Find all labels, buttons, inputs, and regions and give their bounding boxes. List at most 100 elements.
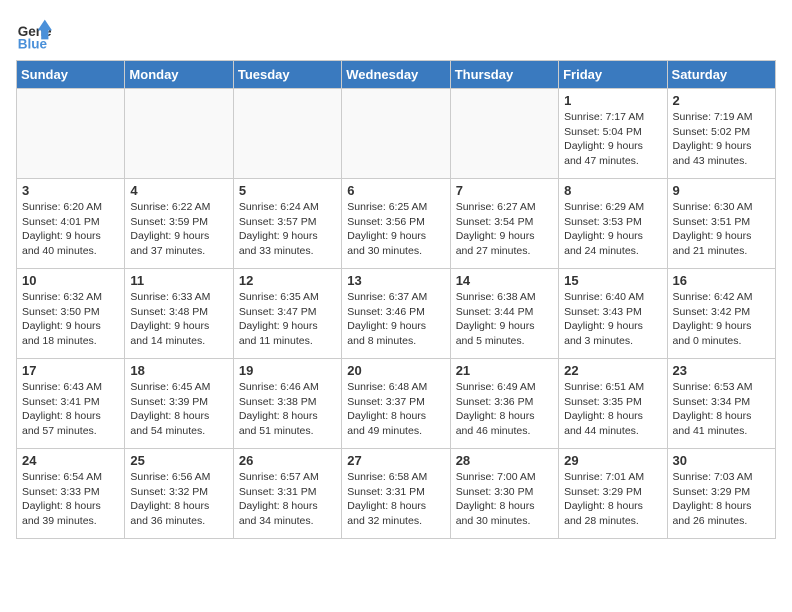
day-number: 18 xyxy=(130,363,227,378)
calendar-cell: 16Sunrise: 6:42 AMSunset: 3:42 PMDayligh… xyxy=(667,269,775,359)
calendar-header-row: SundayMondayTuesdayWednesdayThursdayFrid… xyxy=(17,61,776,89)
calendar-cell: 5 Sunrise: 6:24 AMSunset: 3:57 PMDaylight… xyxy=(233,179,341,269)
day-number: 10 xyxy=(22,273,119,288)
day-info: Sunrise: 7:01 AMSunset: 3:29 PMDaylight:… xyxy=(564,470,661,529)
calendar-cell: 20 Sunrise: 6:48 AMSunset: 3:37 PMDayligh… xyxy=(342,359,450,449)
day-info: Sunrise: 6:49 AMSunset: 3:36 PMDaylight:… xyxy=(456,380,553,439)
calendar-cell: 8Sunrise: 6:29 AMSunset: 3:53 PMDaylight… xyxy=(559,179,667,269)
day-number: 19 xyxy=(239,363,336,378)
calendar-cell: 9 Sunrise: 6:30 AMSunset: 3:51 PMDaylight… xyxy=(667,179,775,269)
calendar-cell: 27 Sunrise: 6:58 AMSunset: 3:31 PMDayligh… xyxy=(342,449,450,539)
calendar-cell xyxy=(450,89,558,179)
day-info: Sunrise: 6:27 AMSunset: 3:54 PMDaylight:… xyxy=(456,200,553,259)
calendar-cell: 26 Sunrise: 6:57 AMSunset: 3:31 PMDayligh… xyxy=(233,449,341,539)
day-number: 9 xyxy=(673,183,770,198)
day-info: Sunrise: 6:35 AMSunset: 3:47 PMDaylight:… xyxy=(239,290,336,349)
calendar-cell: 19 Sunrise: 6:46 AMSunset: 3:38 PMDayligh… xyxy=(233,359,341,449)
day-info: Sunrise: 6:40 AMSunset: 3:43 PMDaylight:… xyxy=(564,290,661,349)
calendar-cell xyxy=(17,89,125,179)
day-info: Sunrise: 6:30 AMSunset: 3:51 PMDaylight:… xyxy=(673,200,770,259)
day-info: Sunrise: 6:45 AMSunset: 3:39 PMDaylight:… xyxy=(130,380,227,439)
page-header: General Blue xyxy=(16,16,776,52)
day-info: Sunrise: 6:58 AMSunset: 3:31 PMDaylight:… xyxy=(347,470,444,529)
day-number: 26 xyxy=(239,453,336,468)
day-info: Sunrise: 6:20 AMSunset: 4:01 PMDaylight:… xyxy=(22,200,119,259)
calendar-cell: 30 Sunrise: 7:03 AMSunset: 3:29 PMDayligh… xyxy=(667,449,775,539)
day-number: 23 xyxy=(673,363,770,378)
day-number: 7 xyxy=(456,183,553,198)
day-info: Sunrise: 6:46 AMSunset: 3:38 PMDaylight:… xyxy=(239,380,336,439)
day-header-sunday: Sunday xyxy=(17,61,125,89)
calendar-cell xyxy=(233,89,341,179)
calendar-cell xyxy=(125,89,233,179)
day-number: 30 xyxy=(673,453,770,468)
calendar-cell: 7 Sunrise: 6:27 AMSunset: 3:54 PMDaylight… xyxy=(450,179,558,269)
calendar-cell: 11 Sunrise: 6:33 AMSunset: 3:48 PMDayligh… xyxy=(125,269,233,359)
day-number: 27 xyxy=(347,453,444,468)
day-number: 21 xyxy=(456,363,553,378)
calendar-cell: 29 Sunrise: 7:01 AMSunset: 3:29 PMDayligh… xyxy=(559,449,667,539)
day-number: 24 xyxy=(22,453,119,468)
day-number: 17 xyxy=(22,363,119,378)
day-number: 28 xyxy=(456,453,553,468)
calendar-cell: 21 Sunrise: 6:49 AMSunset: 3:36 PMDayligh… xyxy=(450,359,558,449)
day-info: Sunrise: 6:43 AMSunset: 3:41 PMDaylight:… xyxy=(22,380,119,439)
day-info: Sunrise: 6:24 AMSunset: 3:57 PMDaylight:… xyxy=(239,200,336,259)
day-info: Sunrise: 6:25 AMSunset: 3:56 PMDaylight:… xyxy=(347,200,444,259)
day-info: Sunrise: 6:32 AMSunset: 3:50 PMDaylight:… xyxy=(22,290,119,349)
day-info: Sunrise: 6:33 AMSunset: 3:48 PMDaylight:… xyxy=(130,290,227,349)
day-number: 1 xyxy=(564,93,661,108)
day-number: 16 xyxy=(673,273,770,288)
calendar-cell: 4 Sunrise: 6:22 AMSunset: 3:59 PMDaylight… xyxy=(125,179,233,269)
day-info: Sunrise: 7:17 AMSunset: 5:04 PMDaylight:… xyxy=(564,110,661,169)
calendar-cell: 10 Sunrise: 6:32 AMSunset: 3:50 PMDayligh… xyxy=(17,269,125,359)
day-number: 13 xyxy=(347,273,444,288)
day-header-saturday: Saturday xyxy=(667,61,775,89)
logo-icon: General Blue xyxy=(16,16,52,52)
calendar-cell: 2 Sunrise: 7:19 AMSunset: 5:02 PMDaylight… xyxy=(667,89,775,179)
calendar-cell: 15Sunrise: 6:40 AMSunset: 3:43 PMDayligh… xyxy=(559,269,667,359)
calendar-week-row: 10 Sunrise: 6:32 AMSunset: 3:50 PMDayligh… xyxy=(17,269,776,359)
day-header-thursday: Thursday xyxy=(450,61,558,89)
day-info: Sunrise: 6:57 AMSunset: 3:31 PMDaylight:… xyxy=(239,470,336,529)
calendar-cell: 18 Sunrise: 6:45 AMSunset: 3:39 PMDayligh… xyxy=(125,359,233,449)
day-header-monday: Monday xyxy=(125,61,233,89)
calendar-cell: 6 Sunrise: 6:25 AMSunset: 3:56 PMDaylight… xyxy=(342,179,450,269)
calendar-cell xyxy=(342,89,450,179)
logo: General Blue xyxy=(16,16,52,52)
day-number: 6 xyxy=(347,183,444,198)
day-info: Sunrise: 6:48 AMSunset: 3:37 PMDaylight:… xyxy=(347,380,444,439)
day-info: Sunrise: 6:56 AMSunset: 3:32 PMDaylight:… xyxy=(130,470,227,529)
day-info: Sunrise: 6:22 AMSunset: 3:59 PMDaylight:… xyxy=(130,200,227,259)
calendar-cell: 28Sunrise: 7:00 AMSunset: 3:30 PMDayligh… xyxy=(450,449,558,539)
calendar-week-row: 3 Sunrise: 6:20 AMSunset: 4:01 PMDaylight… xyxy=(17,179,776,269)
calendar-cell: 17 Sunrise: 6:43 AMSunset: 3:41 PMDayligh… xyxy=(17,359,125,449)
day-info: Sunrise: 7:19 AMSunset: 5:02 PMDaylight:… xyxy=(673,110,770,169)
day-number: 4 xyxy=(130,183,227,198)
day-header-tuesday: Tuesday xyxy=(233,61,341,89)
calendar-cell: 12 Sunrise: 6:35 AMSunset: 3:47 PMDayligh… xyxy=(233,269,341,359)
calendar-cell: 1 Sunrise: 7:17 AMSunset: 5:04 PMDaylight… xyxy=(559,89,667,179)
day-number: 8 xyxy=(564,183,661,198)
day-number: 11 xyxy=(130,273,227,288)
calendar-cell: 3 Sunrise: 6:20 AMSunset: 4:01 PMDaylight… xyxy=(17,179,125,269)
day-info: Sunrise: 6:38 AMSunset: 3:44 PMDaylight:… xyxy=(456,290,553,349)
calendar-cell: 14 Sunrise: 6:38 AMSunset: 3:44 PMDayligh… xyxy=(450,269,558,359)
calendar-week-row: 17 Sunrise: 6:43 AMSunset: 3:41 PMDayligh… xyxy=(17,359,776,449)
day-number: 3 xyxy=(22,183,119,198)
calendar-cell: 25 Sunrise: 6:56 AMSunset: 3:32 PMDayligh… xyxy=(125,449,233,539)
calendar-week-row: 1 Sunrise: 7:17 AMSunset: 5:04 PMDaylight… xyxy=(17,89,776,179)
day-number: 12 xyxy=(239,273,336,288)
day-number: 5 xyxy=(239,183,336,198)
day-number: 25 xyxy=(130,453,227,468)
day-number: 14 xyxy=(456,273,553,288)
day-info: Sunrise: 6:53 AMSunset: 3:34 PMDaylight:… xyxy=(673,380,770,439)
calendar-cell: 24Sunrise: 6:54 AMSunset: 3:33 PMDayligh… xyxy=(17,449,125,539)
day-header-wednesday: Wednesday xyxy=(342,61,450,89)
day-header-friday: Friday xyxy=(559,61,667,89)
day-info: Sunrise: 7:03 AMSunset: 3:29 PMDaylight:… xyxy=(673,470,770,529)
day-number: 2 xyxy=(673,93,770,108)
day-number: 20 xyxy=(347,363,444,378)
day-info: Sunrise: 6:37 AMSunset: 3:46 PMDaylight:… xyxy=(347,290,444,349)
day-number: 29 xyxy=(564,453,661,468)
